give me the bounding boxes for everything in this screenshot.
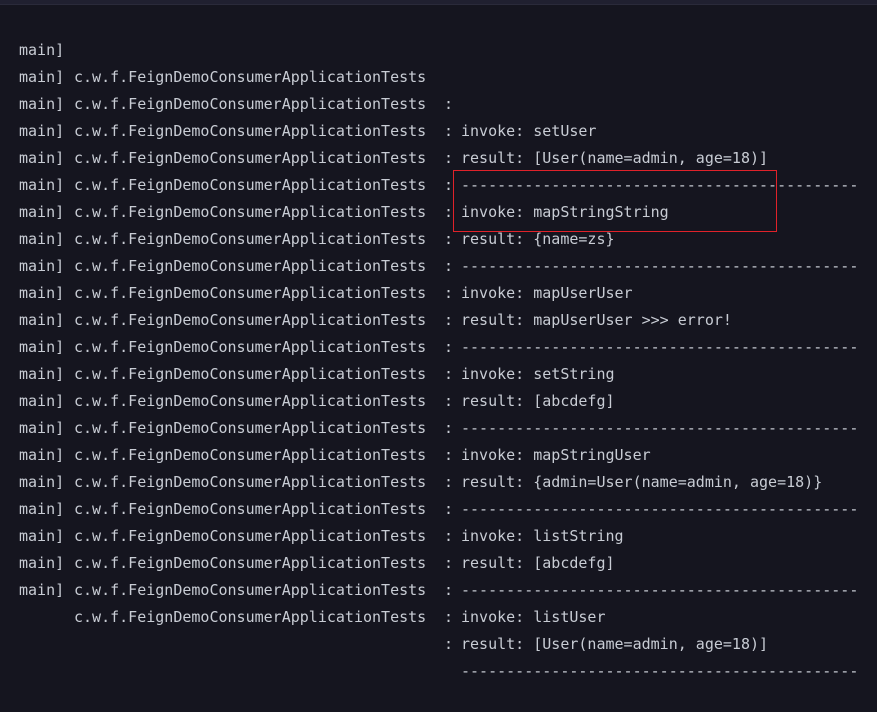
log-line: main] c.w.f.FeignDemoConsumerApplication… xyxy=(19,550,877,680)
log-line: main] c.w.f.FeignDemoConsumerApplication… xyxy=(19,91,877,221)
log-line: main] c.w.f.FeignDemoConsumerApplication… xyxy=(19,226,877,356)
log-line: main] c.w.f.FeignDemoConsumerApplication… xyxy=(19,37,877,167)
log-line: main] c.w.f.FeignDemoConsumerApplication… xyxy=(19,172,877,302)
log-line: main] c.w.f.FeignDemoConsumerApplication… xyxy=(19,145,877,275)
log-line: main] c.w.f.FeignDemoConsumerApplication… xyxy=(19,280,877,410)
log-line: main] c.w.f.FeignDemoConsumerApplication… xyxy=(19,10,877,140)
panel-top-border xyxy=(0,0,877,5)
log-logger: c.w.f.FeignDemoConsumerApplicationTests xyxy=(74,608,427,626)
log-logger: c.w.f.FeignDemoConsumerApplicationTests xyxy=(74,581,427,599)
log-line: main] c.w.f.FeignDemoConsumerApplication… xyxy=(19,334,877,464)
log-line: main] c.w.f.FeignDemoConsumerApplication… xyxy=(19,388,877,518)
log-line: main] c.w.f.FeignDemoConsumerApplication… xyxy=(19,496,877,626)
log-separator: : xyxy=(444,608,454,626)
log-line: main] c.w.f.FeignDemoConsumerApplication… xyxy=(19,442,877,572)
log-message: ----------------------------------------… xyxy=(461,662,859,680)
log-line: main] c.w.f.FeignDemoConsumerApplication… xyxy=(19,253,877,383)
log-line: main] c.w.f.FeignDemoConsumerApplication… xyxy=(19,118,877,248)
log-message: ----------------------------------------… xyxy=(461,581,859,599)
log-line: main] c.w.f.FeignDemoConsumerApplication… xyxy=(19,469,877,599)
log-separator: : xyxy=(444,581,454,599)
log-line: main] c.w.f.FeignDemoConsumerApplication… xyxy=(19,361,877,491)
log-line: main] c.w.f.FeignDemoConsumerApplication… xyxy=(19,64,877,194)
log-message: invoke: listUser xyxy=(461,608,606,626)
log-thread: main] xyxy=(19,581,65,599)
log-line: main] c.w.f.FeignDemoConsumerApplication… xyxy=(19,415,877,545)
log-line: main] c.w.f.FeignDemoConsumerApplication… xyxy=(19,523,877,653)
log-message: result: [User(name=admin, age=18)] xyxy=(461,635,769,653)
console-output[interactable]: main] c.w.f.FeignDemoConsumerApplication… xyxy=(19,10,877,680)
log-line: main] c.w.f.FeignDemoConsumerApplication… xyxy=(19,307,877,437)
log-separator: : xyxy=(444,635,454,653)
log-line: main] c.w.f.FeignDemoConsumerApplication… xyxy=(19,199,877,329)
